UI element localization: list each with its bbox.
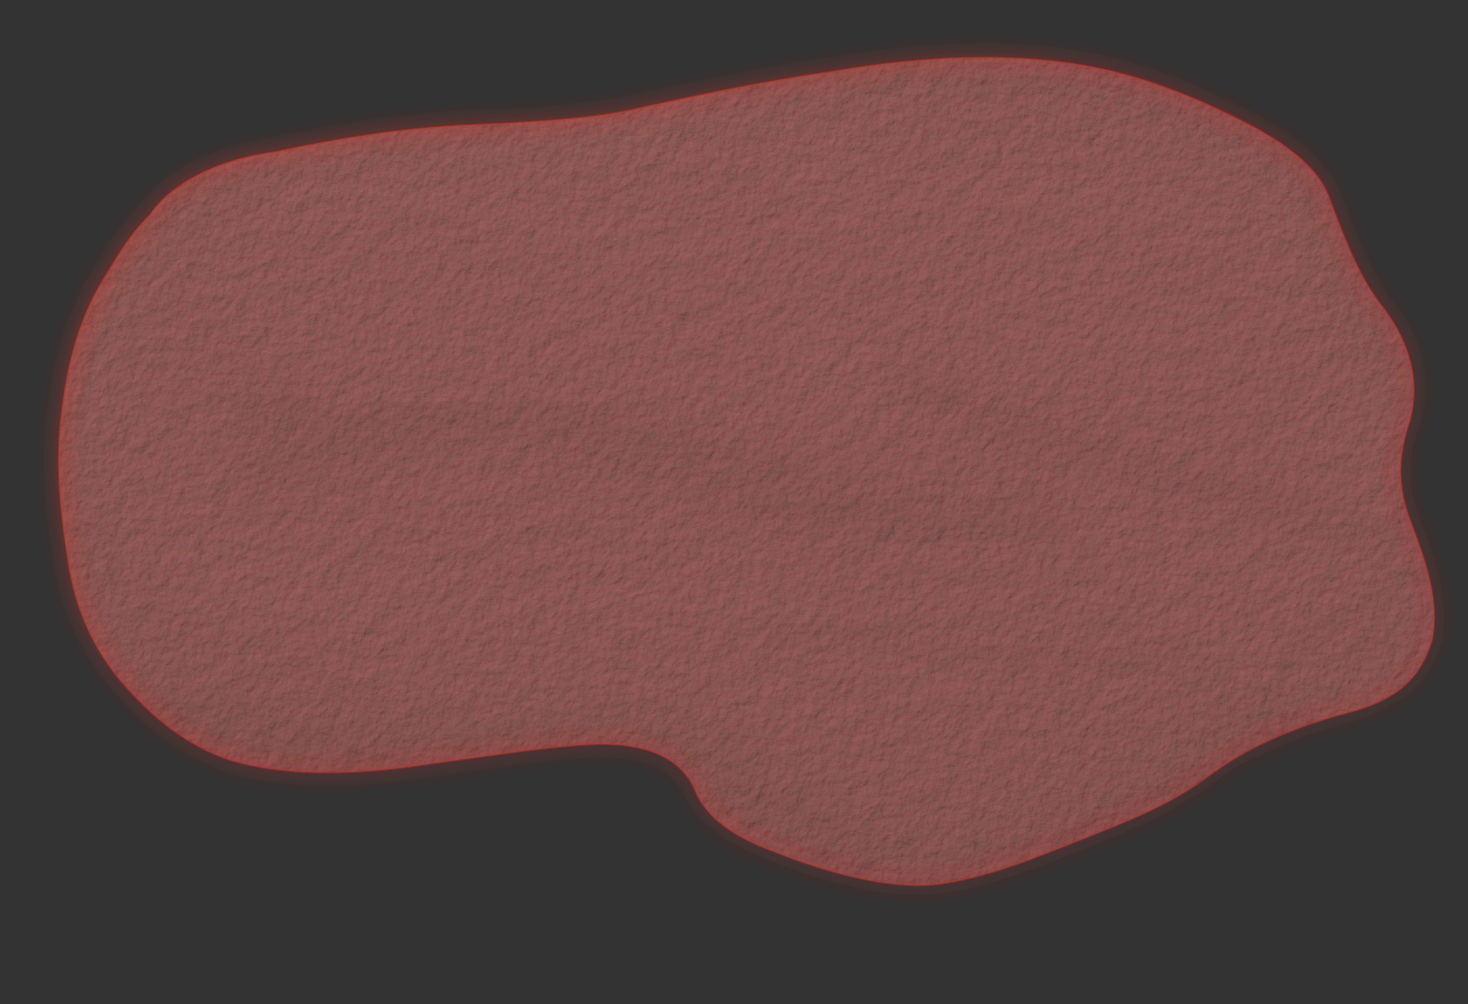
rock-sculpt-mesh[interactable] xyxy=(0,0,1468,1004)
3d-viewport[interactable] xyxy=(0,0,1468,1004)
